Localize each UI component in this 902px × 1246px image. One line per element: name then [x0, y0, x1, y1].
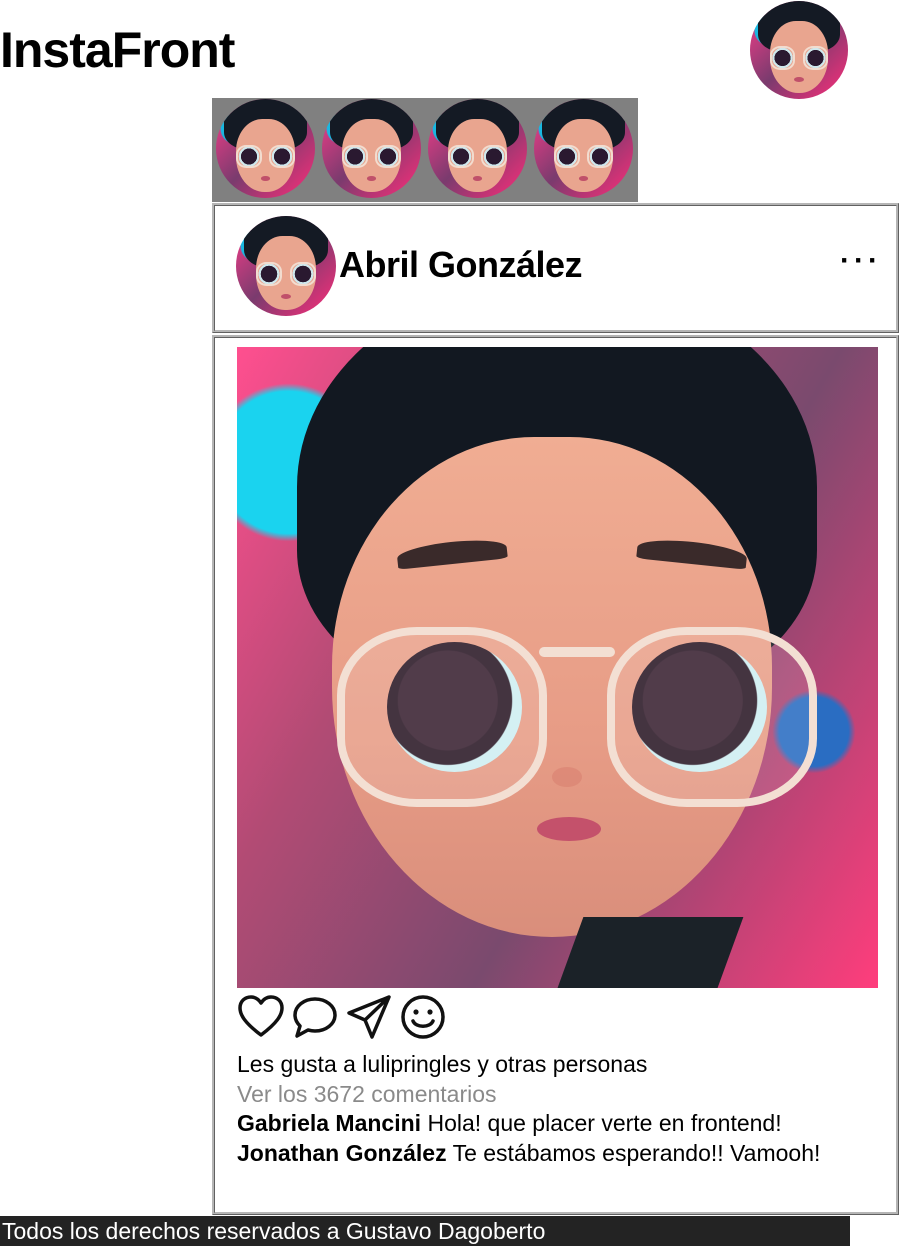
- comment-user[interactable]: Gabriela Mancini: [237, 1110, 421, 1136]
- brand-title: InstaFront: [0, 22, 235, 78]
- stories-bar: [212, 98, 638, 202]
- story-avatar[interactable]: [428, 99, 527, 198]
- comment-user[interactable]: Jonathan González: [237, 1140, 447, 1166]
- comment: Jonathan González Te estábamos esperando…: [237, 1138, 857, 1168]
- post-header: Abril González ···: [212, 203, 899, 333]
- story-avatar[interactable]: [534, 99, 633, 198]
- author-avatar[interactable]: [236, 216, 336, 316]
- comment: Gabriela Mancini Hola! que placer verte …: [237, 1108, 857, 1138]
- post-photo[interactable]: [237, 347, 878, 988]
- send-icon[interactable]: [345, 993, 393, 1041]
- story-avatar[interactable]: [322, 99, 421, 198]
- author-name[interactable]: Abril González: [339, 244, 583, 286]
- heart-icon[interactable]: [237, 993, 285, 1041]
- profile-avatar[interactable]: [750, 1, 848, 99]
- footer: Todos los derechos reservados a Gustavo …: [0, 1216, 850, 1246]
- view-comments-link[interactable]: Ver los 3672 comentarios: [237, 1080, 497, 1108]
- smile-icon[interactable]: [399, 993, 447, 1041]
- comment-text: Hola! que placer verte en frontend!: [427, 1110, 782, 1136]
- comment-text: Te estábamos esperando!! Vamooh!: [452, 1140, 821, 1166]
- comment-icon[interactable]: [291, 993, 339, 1041]
- story-avatar[interactable]: [216, 99, 315, 198]
- post-body: Les gusta a lulipringles y otras persona…: [212, 335, 899, 1215]
- comments-list: Gabriela Mancini Hola! que placer verte …: [237, 1108, 857, 1168]
- likes-text: Les gusta a lulipringles y otras persona…: [237, 1051, 648, 1077]
- more-options-button[interactable]: ···: [840, 244, 882, 278]
- post-actions: [237, 993, 447, 1045]
